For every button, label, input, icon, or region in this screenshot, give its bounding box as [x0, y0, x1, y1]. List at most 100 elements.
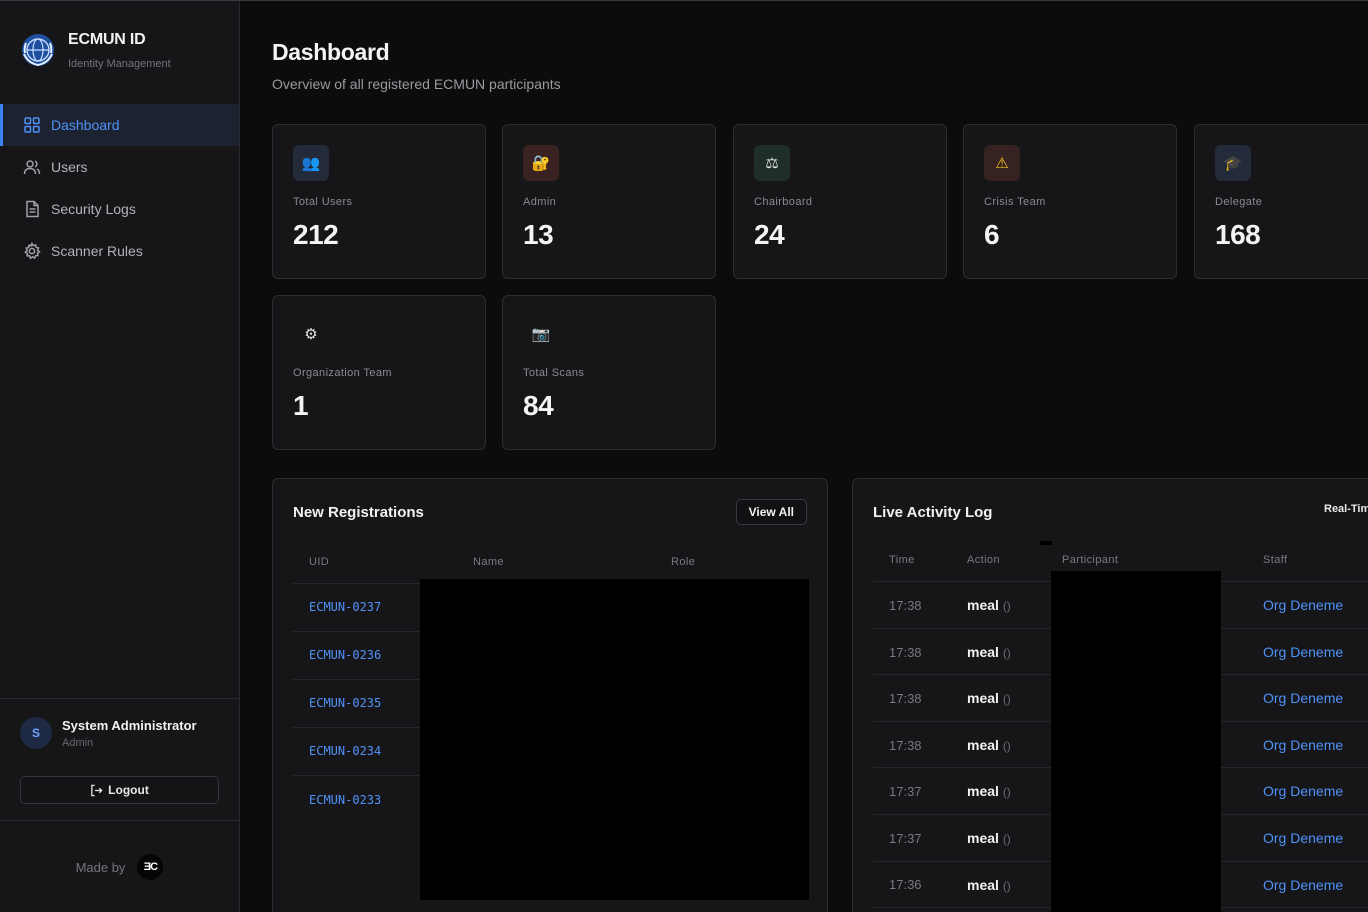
- stat-value: 13: [523, 219, 554, 250]
- sidebar-nav: Dashboard Users Security Logs Scanner Ru…: [0, 104, 239, 272]
- page-title: Dashboard: [272, 39, 390, 65]
- column-header-participant: Participant: [1062, 554, 1119, 566]
- log-action: meal (): [967, 737, 1011, 753]
- stat-card-delegate: 🎓 Delegate 168: [1194, 124, 1368, 279]
- stat-value: 84: [523, 390, 554, 421]
- camera-icon: 📷: [531, 326, 551, 343]
- stat-card-organization-team: ⚙ Organization Team 1: [272, 295, 486, 450]
- stat-label: Crisis Team: [984, 196, 1046, 208]
- log-time: 17:38: [889, 691, 922, 706]
- column-header-name[interactable]: Name: [473, 556, 504, 568]
- column-header-staff: Staff: [1263, 554, 1288, 566]
- stat-card-chairboard: ⚖ Chairboard 24: [733, 124, 947, 279]
- log-staff-link[interactable]: Org Deneme: [1263, 737, 1343, 753]
- logout-button[interactable]: Logout: [20, 776, 219, 804]
- document-icon: [26, 200, 39, 218]
- stat-value: 212: [293, 219, 339, 250]
- view-all-button[interactable]: View All: [735, 499, 807, 525]
- graduation-cap-icon: 🎓: [1215, 145, 1251, 181]
- redacted-area: [1051, 571, 1221, 912]
- page-subtitle: Overview of all registered ECMUN partici…: [272, 76, 561, 92]
- log-action: meal (): [967, 644, 1011, 660]
- grid-icon: [24, 117, 40, 133]
- stat-label: Organization Team: [293, 367, 392, 379]
- avatar: S: [20, 717, 52, 749]
- brand[interactable]: ECMUN ID Identity Management: [20, 31, 171, 70]
- logout-icon: [91, 784, 103, 796]
- column-header-action: Action: [967, 554, 1000, 566]
- sidebar-item-label: Users: [51, 159, 88, 175]
- column-header-uid[interactable]: UID: [309, 556, 329, 568]
- stat-card-crisis-team: ⚠ Crisis Team 6: [963, 124, 1177, 279]
- log-time: 17:38: [889, 598, 922, 613]
- gear-icon: [24, 242, 41, 260]
- gear-icon: ⚙: [304, 326, 318, 343]
- log-action: meal (): [967, 830, 1011, 846]
- gavel-icon: ⚖: [754, 145, 790, 181]
- log-action: meal (): [967, 690, 1011, 706]
- new-registrations-panel: New Registrations View All UID Name Role…: [272, 478, 828, 912]
- logout-label: Logout: [108, 783, 149, 797]
- globe-emblem-icon: [22, 34, 54, 67]
- log-time: 17:38: [889, 738, 922, 753]
- log-staff-link[interactable]: Org Deneme: [1263, 877, 1343, 893]
- stat-label: Total Users: [293, 196, 353, 208]
- warning-icon: ⚠: [984, 145, 1020, 181]
- log-time: 17:37: [889, 831, 922, 846]
- stat-card-total-users: 👥 Total Users 212: [272, 124, 486, 279]
- panel-title: New Registrations: [293, 504, 424, 521]
- users-icon: [23, 160, 41, 175]
- user-name: System Administrator: [62, 718, 197, 733]
- redacted-area: [1040, 541, 1052, 545]
- user-profile: S System Administrator Admin: [0, 698, 239, 749]
- log-action: meal (): [967, 597, 1011, 613]
- stat-card-admin: 🔐 Admin 13: [502, 124, 716, 279]
- sidebar-item-label: Scanner Rules: [51, 243, 143, 259]
- log-time: 17:38: [889, 645, 922, 660]
- log-action: meal (): [967, 783, 1011, 799]
- main-content: Dashboard Overview of all registered ECM…: [240, 0, 1368, 912]
- stat-label: Chairboard: [754, 196, 813, 208]
- stat-value: 168: [1215, 219, 1261, 250]
- stat-value: 6: [984, 219, 1000, 250]
- panel-title: Live Activity Log: [873, 504, 993, 521]
- column-header-role[interactable]: Role: [671, 556, 695, 568]
- made-by-label: Made by: [75, 859, 126, 875]
- table-row-uid[interactable]: ECMUN-0233: [309, 793, 381, 807]
- made-by-footer: Made by ƎC: [0, 820, 239, 912]
- users-icon: 👥: [293, 145, 329, 181]
- live-activity-log-panel: Live Activity Log Real-Tim Time Action P…: [852, 478, 1368, 912]
- lock-icon: 🔐: [523, 145, 559, 181]
- table-row-uid[interactable]: ECMUN-0237: [309, 600, 381, 614]
- table-row-uid[interactable]: ECMUN-0234: [309, 744, 381, 758]
- stat-card-total-scans: 📷 Total Scans 84: [502, 295, 716, 450]
- column-header-time: Time: [889, 554, 915, 566]
- redacted-area: [420, 579, 809, 900]
- log-staff-link[interactable]: Org Deneme: [1263, 644, 1343, 660]
- sidebar-item-label: Dashboard: [51, 117, 120, 133]
- table-row-uid[interactable]: ECMUN-0236: [309, 648, 381, 662]
- log-action: meal (): [967, 877, 1011, 893]
- realtime-badge: Real-Tim: [1324, 503, 1368, 515]
- log-staff-link[interactable]: Org Deneme: [1263, 830, 1343, 846]
- stat-label: Total Scans: [523, 367, 585, 379]
- brand-subtitle: Identity Management: [68, 58, 171, 70]
- stat-label: Admin: [523, 196, 557, 208]
- author-logo[interactable]: ƎC: [137, 854, 164, 880]
- sidebar-item-users[interactable]: Users: [0, 146, 239, 188]
- log-staff-link[interactable]: Org Deneme: [1263, 597, 1343, 613]
- log-time: 17:37: [889, 784, 922, 799]
- log-time: 17:36: [889, 877, 922, 892]
- stat-label: Delegate: [1215, 196, 1263, 208]
- log-staff-link[interactable]: Org Deneme: [1263, 783, 1343, 799]
- sidebar: ECMUN ID Identity Management Dashboard U…: [0, 0, 240, 912]
- sidebar-item-security-logs[interactable]: Security Logs: [0, 188, 239, 230]
- sidebar-item-scanner-rules[interactable]: Scanner Rules: [0, 230, 239, 272]
- sidebar-item-dashboard[interactable]: Dashboard: [0, 104, 239, 146]
- stat-value: 24: [754, 219, 785, 250]
- brand-title: ECMUN ID: [68, 31, 146, 48]
- sidebar-item-label: Security Logs: [51, 201, 136, 217]
- log-staff-link[interactable]: Org Deneme: [1263, 690, 1343, 706]
- user-role: Admin: [62, 737, 94, 749]
- table-row-uid[interactable]: ECMUN-0235: [309, 696, 381, 710]
